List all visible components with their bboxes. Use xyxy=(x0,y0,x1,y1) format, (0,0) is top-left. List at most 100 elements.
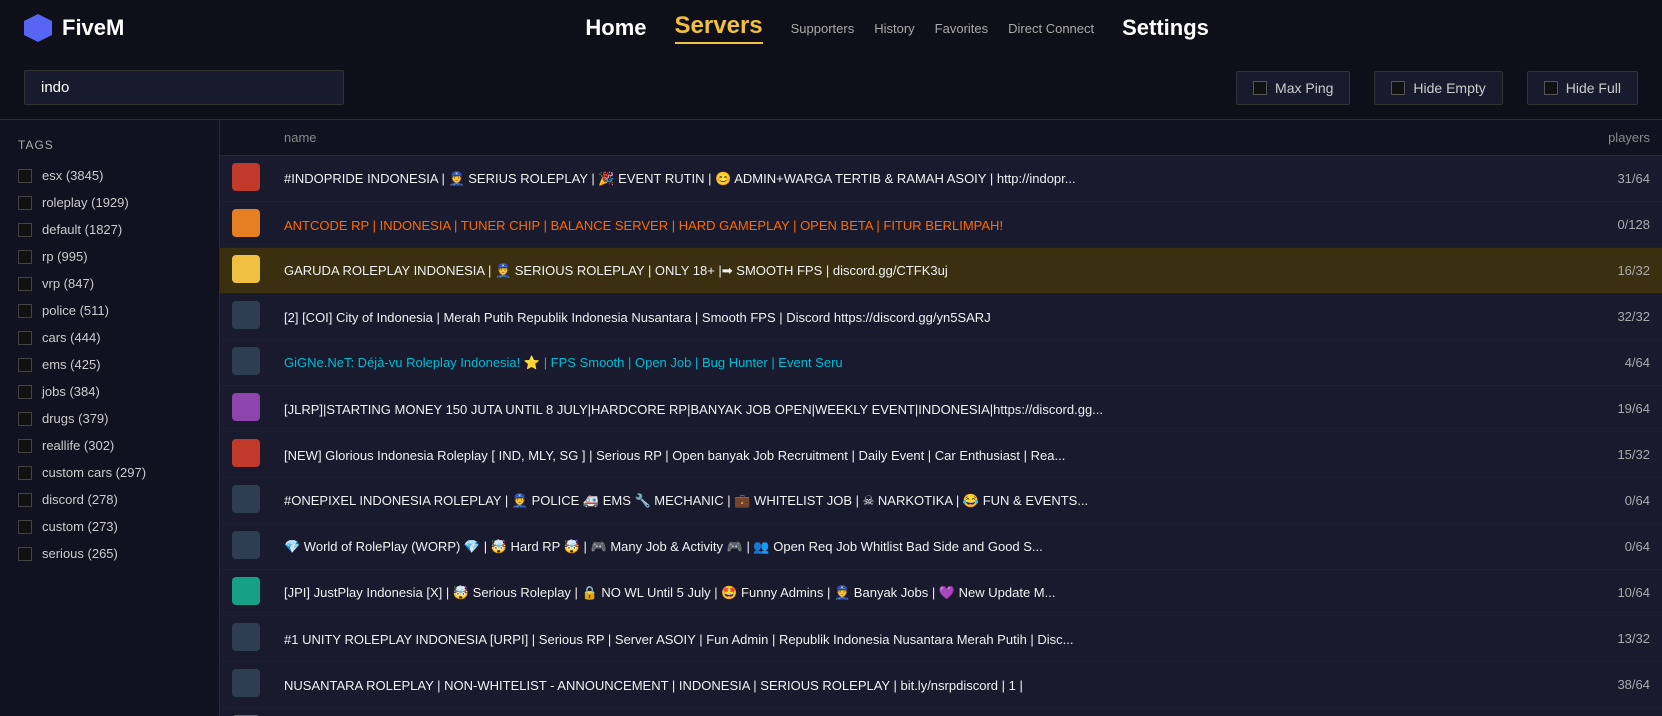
nav-settings[interactable]: Settings xyxy=(1122,15,1209,41)
sidebar-checkbox-11[interactable] xyxy=(18,466,32,480)
table-row[interactable]: [JPI] JustPlay Indonesia [X] | 🤯 Serious… xyxy=(220,570,1662,616)
nav-supporters[interactable]: Supporters xyxy=(791,21,855,36)
sidebar-checkbox-2[interactable] xyxy=(18,223,32,237)
table-row[interactable]: ANTCODE RP | INDONESIA | TUNER CHIP | BA… xyxy=(220,202,1662,248)
nav-favorites[interactable]: Favorites xyxy=(935,21,988,36)
sidebar-item-11[interactable]: custom cars (297) xyxy=(0,459,219,486)
filter-hide-full[interactable]: Hide Full xyxy=(1527,71,1638,105)
nav-servers[interactable]: Servers xyxy=(675,12,763,44)
server-name-cell-9: [JPI] JustPlay Indonesia [X] | 🤯 Serious… xyxy=(272,570,1582,616)
sidebar-checkbox-12[interactable] xyxy=(18,493,32,507)
sidebar-item-0[interactable]: esx (3845) xyxy=(0,162,219,189)
search-input[interactable] xyxy=(24,70,344,105)
sidebar-label-11: custom cars (297) xyxy=(42,465,146,480)
table-row[interactable]: NUSANTARA ROLEPLAY | NON-WHITELIST - ANN… xyxy=(220,662,1662,708)
sidebar-label-5: police (511) xyxy=(42,303,109,318)
sidebar-item-2[interactable]: default (1827) xyxy=(0,216,219,243)
hide-empty-checkbox[interactable] xyxy=(1391,81,1405,95)
sidebar-label-13: custom (273) xyxy=(42,519,118,534)
sidebar-checkbox-13[interactable] xyxy=(18,520,32,534)
sidebar-checkbox-0[interactable] xyxy=(18,169,32,183)
sidebar-item-3[interactable]: rp (995) xyxy=(0,243,219,270)
server-name-5: [JLRP]|STARTING MONEY 150 JUTA UNTIL 8 J… xyxy=(284,402,1103,417)
search-bar: Max Ping Hide Empty Hide Full xyxy=(0,56,1662,120)
server-icon-0 xyxy=(232,163,260,191)
server-name-3: [2] [COI] City of Indonesia | Merah Puti… xyxy=(284,310,991,325)
table-row[interactable]: [2] [COI] City of Indonesia | Merah Puti… xyxy=(220,294,1662,340)
nav-links: Home Servers Supporters History Favorite… xyxy=(156,12,1638,44)
main-nav: FiveM Home Servers Supporters History Fa… xyxy=(0,0,1662,56)
sidebar-item-7[interactable]: ems (425) xyxy=(0,351,219,378)
sidebar-checkbox-8[interactable] xyxy=(18,385,32,399)
max-ping-label: Max Ping xyxy=(1275,80,1333,96)
hide-full-checkbox[interactable] xyxy=(1544,81,1558,95)
sidebar-checkbox-10[interactable] xyxy=(18,439,32,453)
filter-options: Max Ping Hide Empty Hide Full xyxy=(1236,71,1638,105)
server-icon-7 xyxy=(232,485,260,513)
server-icon-cell-2 xyxy=(220,248,272,294)
server-players-6: 15/32 xyxy=(1582,432,1662,478)
server-name-4: GiGNe.NeT: Déjà-vu Roleplay Indonesia! ⭐… xyxy=(284,355,843,370)
server-name-cell-12: [1][ESP][MEX]Mexicolindo Version 1.0|👮 P… xyxy=(272,708,1582,716)
server-icon-cell-3 xyxy=(220,294,272,340)
table-row[interactable]: #1 UNITY ROLEPLAY INDONESIA [URPI] | Ser… xyxy=(220,616,1662,662)
sidebar-item-8[interactable]: jobs (384) xyxy=(0,378,219,405)
hide-full-label: Hide Full xyxy=(1566,80,1621,96)
table-row[interactable]: [1][ESP][MEX]Mexicolindo Version 1.0|👮 P… xyxy=(220,708,1662,716)
sidebar-item-9[interactable]: drugs (379) xyxy=(0,405,219,432)
server-name-cell-10: #1 UNITY ROLEPLAY INDONESIA [URPI] | Ser… xyxy=(272,616,1582,662)
server-icon-11 xyxy=(232,669,260,697)
app-logo: FiveM xyxy=(24,14,124,42)
server-list[interactable]: name players #INDOPRIDE INDONESIA | 👮 SE… xyxy=(220,120,1662,716)
tags-header: tags xyxy=(0,128,219,162)
sidebar-checkbox-3[interactable] xyxy=(18,250,32,264)
nav-direct-connect[interactable]: Direct Connect xyxy=(1008,21,1094,36)
table-row[interactable]: 💎 World of RolePlay (WORP) 💎 | 🤯 Hard RP… xyxy=(220,524,1662,570)
sidebar-item-10[interactable]: reallife (302) xyxy=(0,432,219,459)
server-players-12: 11/32 xyxy=(1582,708,1662,716)
table-row[interactable]: GiGNe.NeT: Déjà-vu Roleplay Indonesia! ⭐… xyxy=(220,340,1662,386)
logo-icon xyxy=(24,14,52,42)
server-icon-cell-9 xyxy=(220,570,272,616)
sidebar-item-13[interactable]: custom (273) xyxy=(0,513,219,540)
max-ping-checkbox[interactable] xyxy=(1253,81,1267,95)
sidebar-checkbox-1[interactable] xyxy=(18,196,32,210)
sidebar-checkbox-7[interactable] xyxy=(18,358,32,372)
server-name-cell-3: [2] [COI] City of Indonesia | Merah Puti… xyxy=(272,294,1582,340)
table-row[interactable]: #INDOPRIDE INDONESIA | 👮 SERIUS ROLEPLAY… xyxy=(220,156,1662,202)
table-row[interactable]: [NEW] Glorious Indonesia Roleplay [ IND,… xyxy=(220,432,1662,478)
sidebar-item-4[interactable]: vrp (847) xyxy=(0,270,219,297)
sidebar-checkbox-9[interactable] xyxy=(18,412,32,426)
table-row[interactable]: [JLRP]|STARTING MONEY 150 JUTA UNTIL 8 J… xyxy=(220,386,1662,432)
sidebar-checkbox-14[interactable] xyxy=(18,547,32,561)
sidebar-item-6[interactable]: cars (444) xyxy=(0,324,219,351)
sidebar-checkbox-5[interactable] xyxy=(18,304,32,318)
sidebar-item-12[interactable]: discord (278) xyxy=(0,486,219,513)
sidebar-checkbox-4[interactable] xyxy=(18,277,32,291)
server-name-cell-2: GARUDA ROLEPLAY INDONESIA | 👮 SERIOUS RO… xyxy=(272,248,1582,294)
nav-sub-links: Supporters History Favorites Direct Conn… xyxy=(791,21,1095,36)
server-icon-cell-1 xyxy=(220,202,272,248)
nav-history[interactable]: History xyxy=(874,21,914,36)
server-icon-cell-10 xyxy=(220,616,272,662)
hide-empty-label: Hide Empty xyxy=(1413,80,1485,96)
table-row[interactable]: #ONEPIXEL INDONESIA ROLEPLAY | 👮 POLICE … xyxy=(220,478,1662,524)
filter-hide-empty[interactable]: Hide Empty xyxy=(1374,71,1502,105)
table-row[interactable]: GARUDA ROLEPLAY INDONESIA | 👮 SERIOUS RO… xyxy=(220,248,1662,294)
server-name-9: [JPI] JustPlay Indonesia [X] | 🤯 Serious… xyxy=(284,585,1055,600)
filter-max-ping[interactable]: Max Ping xyxy=(1236,71,1350,105)
sidebar-item-1[interactable]: roleplay (1929) xyxy=(0,189,219,216)
sidebar-label-12: discord (278) xyxy=(42,492,118,507)
sidebar-items: esx (3845) roleplay (1929) default (1827… xyxy=(0,162,219,567)
col-icon xyxy=(220,120,272,156)
sidebar-checkbox-6[interactable] xyxy=(18,331,32,345)
sidebar-item-14[interactable]: serious (265) xyxy=(0,540,219,567)
col-players: players xyxy=(1582,120,1662,156)
server-name-6: [NEW] Glorious Indonesia Roleplay [ IND,… xyxy=(284,448,1065,463)
sidebar-item-5[interactable]: police (511) xyxy=(0,297,219,324)
server-players-11: 38/64 xyxy=(1582,662,1662,708)
server-icon-cell-11 xyxy=(220,662,272,708)
sidebar-label-14: serious (265) xyxy=(42,546,118,561)
sidebar-label-9: drugs (379) xyxy=(42,411,108,426)
nav-home[interactable]: Home xyxy=(585,15,646,41)
